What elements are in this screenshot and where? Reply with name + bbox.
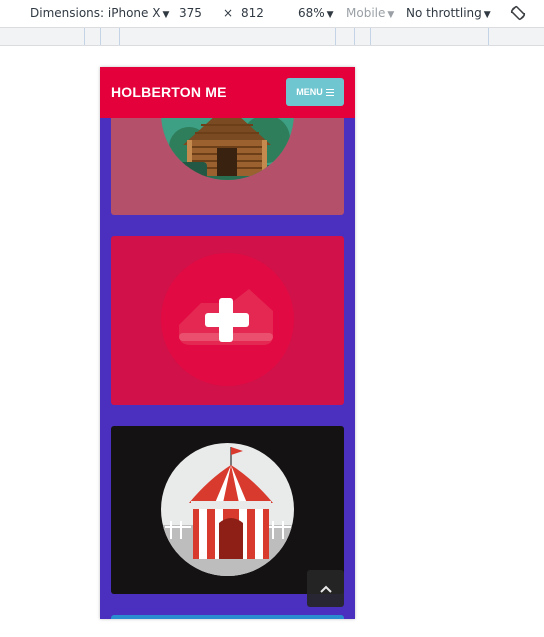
width-input[interactable]: 375 [179, 6, 202, 21]
devtools-device-toolbar: Dimensions: iPhone X ▼ 375 × 812 68% ▼ Mob… [0, 0, 544, 27]
hamburger-icon [325, 88, 334, 96]
rotate-icon[interactable] [509, 4, 527, 22]
mode-value: Mobile [346, 6, 386, 20]
throttling-select[interactable]: No throttling ▼ [406, 6, 491, 23]
device-select[interactable]: Dimensions: iPhone X ▼ [30, 6, 169, 23]
portfolio-card[interactable] [111, 236, 344, 405]
caret-down-icon: ▼ [387, 10, 395, 20]
ruler-tick [488, 28, 489, 45]
device-viewport: HOLBERTON ME MENU [100, 67, 355, 619]
caret-down-icon: ▼ [483, 10, 491, 20]
menu-button[interactable]: MENU [286, 78, 344, 106]
zoom-value: 68% [298, 6, 325, 20]
zoom-select[interactable]: 68% ▼ [298, 6, 334, 23]
caret-down-icon: ▼ [326, 10, 334, 20]
ruler-tick [119, 28, 120, 45]
ruler-tick [354, 28, 355, 45]
ruler-tick [370, 28, 371, 45]
portfolio-card[interactable] [111, 615, 344, 619]
scroll-top-button[interactable] [307, 570, 344, 607]
site-brand[interactable]: HOLBERTON ME [111, 84, 227, 100]
caret-down-icon: ▼ [162, 10, 170, 20]
circus-tent-icon [161, 443, 294, 576]
ruler-tick [335, 28, 336, 45]
ruler-tick [84, 28, 85, 45]
site-header: HOLBERTON ME MENU [100, 67, 355, 118]
device-label: Dimensions: iPhone X [30, 6, 161, 20]
ruler-tick [100, 28, 101, 45]
chevron-up-icon [319, 585, 332, 593]
media-query-ruler [0, 27, 544, 46]
menu-label: MENU [296, 87, 323, 97]
times-sign: × [223, 6, 234, 20]
plus-icon [161, 253, 294, 386]
height-input[interactable]: 812 [241, 6, 264, 21]
portfolio-card[interactable] [111, 426, 344, 594]
mode-select[interactable]: Mobile ▼ [346, 6, 394, 23]
throttling-value: No throttling [406, 6, 482, 20]
